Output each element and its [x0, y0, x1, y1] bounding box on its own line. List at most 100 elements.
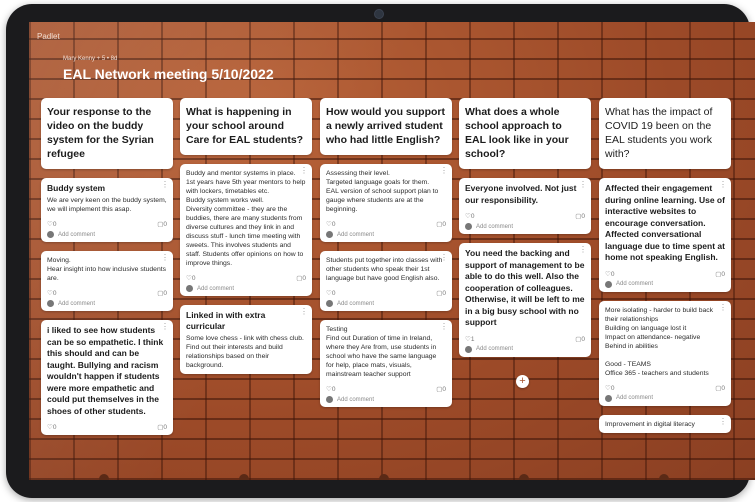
- post-title: Testing: [326, 326, 348, 333]
- like-button[interactable]: ♡0: [47, 423, 56, 431]
- like-count: 0: [470, 213, 475, 220]
- post-body: You need the backing and support of mana…: [465, 248, 585, 327]
- post-card[interactable]: ⋮ Buddy and mentor systems in place. 1st…: [180, 164, 312, 296]
- comment-count-button[interactable]: ▢0: [715, 270, 725, 278]
- add-comment-button[interactable]: Add comment: [326, 396, 446, 403]
- like-count: 0: [610, 270, 615, 278]
- column-header: Your response to the video on the buddy …: [41, 98, 173, 169]
- add-comment-button[interactable]: Add comment: [605, 280, 725, 288]
- more-icon[interactable]: ⋮: [719, 303, 727, 312]
- comment-count-button[interactable]: ▢0: [436, 385, 446, 393]
- like-button[interactable]: ♡0: [605, 384, 614, 392]
- more-icon[interactable]: ⋮: [719, 417, 727, 426]
- avatar: [465, 345, 472, 353]
- add-comment-label: Add comment: [58, 231, 96, 238]
- column-header: How would you support a newly arrived st…: [320, 98, 452, 155]
- comment-count: 0: [163, 221, 167, 228]
- more-icon[interactable]: ⋮: [719, 180, 727, 189]
- comment-count-button[interactable]: ▢0: [715, 384, 725, 392]
- post-body: Moving. Hear insight into how inclusive …: [47, 257, 167, 282]
- post-card[interactable]: ⋮ You need the backing and support of ma…: [459, 243, 591, 357]
- more-icon[interactable]: ⋮: [440, 322, 448, 331]
- add-comment-label: Add comment: [616, 395, 654, 401]
- add-comment-button[interactable]: Add comment: [47, 300, 167, 307]
- like-button[interactable]: ♡0: [326, 220, 335, 228]
- comment-count: 0: [302, 275, 306, 282]
- post-card[interactable]: ⋮ Linked in with extra curricular Some l…: [180, 305, 312, 374]
- post-card[interactable]: ⋮ Affected their engagement during onlin…: [599, 178, 731, 292]
- more-icon[interactable]: ⋮: [300, 307, 308, 316]
- post-card[interactable]: ⋮ Buddy system We are very keen on the b…: [41, 178, 173, 242]
- like-button[interactable]: ♡0: [47, 289, 56, 297]
- post-card[interactable]: ⋮ Everyone involved. Not just our respon…: [459, 178, 591, 234]
- more-icon[interactable]: ⋮: [579, 180, 587, 189]
- add-comment-button[interactable]: Add comment: [47, 231, 167, 238]
- like-count: 0: [52, 424, 57, 431]
- comment-count-button[interactable]: ▢0: [157, 220, 167, 228]
- comment-count-button[interactable]: ▢0: [296, 274, 306, 282]
- add-comment-label: Add comment: [476, 223, 514, 230]
- post-body: Assessing their level. Targeted language…: [326, 170, 439, 213]
- more-icon[interactable]: ⋮: [440, 253, 448, 262]
- post-card[interactable]: ⋮ Students put together into classes wit…: [320, 251, 452, 311]
- more-icon[interactable]: ⋮: [579, 245, 587, 254]
- post-card[interactable]: ⋮ Improvement in digital literacy: [599, 414, 731, 433]
- post-card[interactable]: ⋮ Moving. Hear insight into how inclusiv…: [41, 251, 173, 311]
- comment-count: 0: [721, 384, 725, 392]
- add-comment-button[interactable]: Add comment: [465, 345, 585, 353]
- add-comment-label: Add comment: [476, 346, 514, 352]
- camera-icon: [374, 9, 384, 19]
- post-body: We are very keen on the buddy system, we…: [47, 197, 167, 213]
- comment-count: 0: [581, 213, 585, 220]
- board-byline: Mary Kenny + 5 • 8d: [63, 56, 118, 62]
- avatar: [326, 300, 333, 307]
- post-card[interactable]: ⋮ More isolating - harder to build back …: [599, 300, 731, 406]
- add-comment-button[interactable]: Add comment: [326, 300, 446, 307]
- comment-count-button[interactable]: ▢0: [575, 212, 585, 220]
- add-post-button[interactable]: +: [516, 375, 529, 388]
- post-body: Students put together into classes with …: [326, 257, 443, 282]
- add-comment-label: Add comment: [58, 300, 96, 307]
- more-icon[interactable]: ⋮: [300, 166, 308, 175]
- post-body: Buddy and mentor systems in place. 1st y…: [186, 170, 306, 267]
- comment-count-button[interactable]: ▢0: [157, 423, 167, 431]
- add-comment-button[interactable]: Add comment: [186, 285, 306, 292]
- more-icon[interactable]: ⋮: [161, 253, 169, 262]
- like-button[interactable]: ♡0: [47, 220, 56, 228]
- column-header: What has the impact of COVID 19 been on …: [599, 98, 731, 169]
- comment-count-button[interactable]: ▢0: [157, 289, 167, 297]
- comment-count-button[interactable]: ▢0: [436, 220, 446, 228]
- more-icon[interactable]: ⋮: [161, 322, 169, 331]
- padlet-board: Padlet Mary Kenny + 5 • 8d EAL Network m…: [29, 22, 755, 480]
- post-body: Affected their engagement during online …: [605, 183, 725, 262]
- like-button[interactable]: ♡0: [465, 212, 474, 220]
- add-comment-button[interactable]: Add comment: [605, 394, 725, 402]
- post-title: Buddy system: [47, 183, 106, 193]
- post-body: Everyone involved. Not just our responsi…: [465, 183, 577, 205]
- like-button[interactable]: ♡0: [326, 289, 335, 297]
- comment-count-button[interactable]: ▢0: [575, 335, 585, 343]
- like-count: 0: [331, 386, 336, 393]
- add-comment-label: Add comment: [337, 231, 375, 238]
- avatar: [326, 231, 333, 238]
- add-comment-button[interactable]: Add comment: [465, 223, 585, 230]
- comment-count-button[interactable]: ▢0: [436, 289, 446, 297]
- post-card[interactable]: ⋮ Testing Find out Duration of time in I…: [320, 320, 452, 407]
- add-comment-button[interactable]: Add comment: [326, 231, 446, 238]
- avatar: [47, 300, 54, 307]
- post-body: Some love chess - link with chess club. …: [186, 335, 304, 369]
- avatar: [605, 280, 612, 288]
- column-1: Your response to the video on the buddy …: [41, 98, 173, 435]
- avatar: [47, 231, 54, 238]
- like-button[interactable]: ♡1: [465, 335, 474, 343]
- more-icon[interactable]: ⋮: [440, 166, 448, 175]
- like-button[interactable]: ♡0: [186, 274, 195, 282]
- board-title: EAL Network meeting 5/10/2022: [63, 66, 274, 82]
- like-button[interactable]: ♡0: [326, 385, 335, 393]
- more-icon[interactable]: ⋮: [161, 180, 169, 189]
- post-body: Find out Duration of time in Ireland, wh…: [326, 335, 437, 378]
- post-card[interactable]: ⋮ i liked to see how students can be so …: [41, 320, 173, 435]
- column-4: What does a whole school approach to EAL…: [459, 98, 591, 357]
- like-button[interactable]: ♡0: [605, 270, 614, 278]
- post-card[interactable]: ⋮ Assessing their level. Targeted langua…: [320, 164, 452, 242]
